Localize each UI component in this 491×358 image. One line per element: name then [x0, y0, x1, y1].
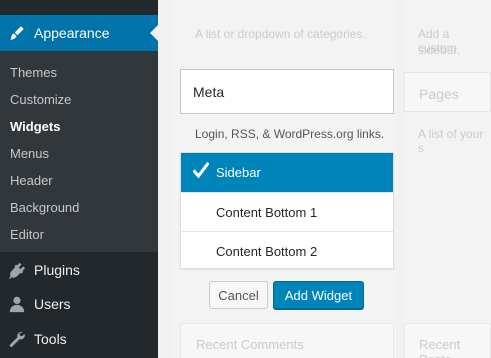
paintbrush-icon: [0, 24, 34, 42]
area-option-content-bottom-2[interactable]: Content Bottom 2: [181, 231, 393, 270]
meta-widget-header[interactable]: Meta: [180, 69, 394, 114]
pages-widget-header[interactable]: Pages: [404, 72, 491, 112]
admin-sidebar: Appearance Themes Customize Widgets Menu…: [0, 0, 158, 358]
area-option-content-bottom-1[interactable]: Content Bottom 1: [181, 192, 393, 231]
menu-plugins-label: Plugins: [34, 262, 80, 278]
menu-appearance-label: Appearance: [34, 25, 110, 41]
area-option-sidebar[interactable]: Sidebar: [181, 153, 393, 192]
submenu-customize[interactable]: Customize: [0, 86, 158, 113]
custom-html-description-2: sidebar.: [418, 43, 461, 57]
menu-users-label: Users: [34, 296, 71, 312]
widget-area-chooser: Sidebar Content Bottom 1 Content Bottom …: [180, 152, 394, 269]
menu-plugins[interactable]: Plugins: [0, 252, 158, 288]
pages-description: A list of your s: [418, 127, 484, 155]
menu-tools-label: Tools: [34, 331, 67, 347]
submenu-menus[interactable]: Menus: [0, 140, 158, 167]
menu-users[interactable]: Users: [0, 286, 158, 322]
add-widget-button[interactable]: Add Widget: [273, 281, 364, 309]
area-option-label: Content Bottom 2: [216, 243, 318, 259]
submenu-themes[interactable]: Themes: [0, 59, 158, 86]
recent-comments-title: Recent Comments: [196, 337, 304, 352]
user-icon: [0, 295, 34, 313]
wrench-icon: [0, 330, 34, 348]
menu-tools[interactable]: Tools: [0, 321, 158, 357]
recent-posts-widget-header[interactable]: Recent Posts: [404, 323, 491, 358]
meta-widget-title: Meta: [193, 83, 225, 100]
appearance-submenu: Themes Customize Widgets Menus Header Ba…: [0, 51, 158, 252]
pages-widget-title: Pages: [419, 86, 459, 102]
meta-widget-description: Login, RSS, & WordPress.org links.: [195, 127, 385, 141]
cancel-button[interactable]: Cancel: [209, 281, 268, 309]
categories-description: A list or dropdown of categories.: [195, 27, 366, 41]
plugin-icon: [0, 261, 34, 279]
submenu-editor[interactable]: Editor: [0, 221, 158, 248]
recent-comments-widget-header[interactable]: Recent Comments: [180, 323, 394, 358]
menu-appearance[interactable]: Appearance: [0, 15, 158, 51]
submenu-header[interactable]: Header: [0, 167, 158, 194]
area-option-label: Sidebar: [216, 165, 261, 180]
recent-posts-title: Recent Posts: [419, 337, 461, 358]
submenu-background[interactable]: Background: [0, 194, 158, 221]
area-option-label: Content Bottom 1: [216, 204, 318, 220]
checkmark-icon: [193, 162, 209, 179]
submenu-widgets[interactable]: Widgets: [0, 113, 158, 140]
